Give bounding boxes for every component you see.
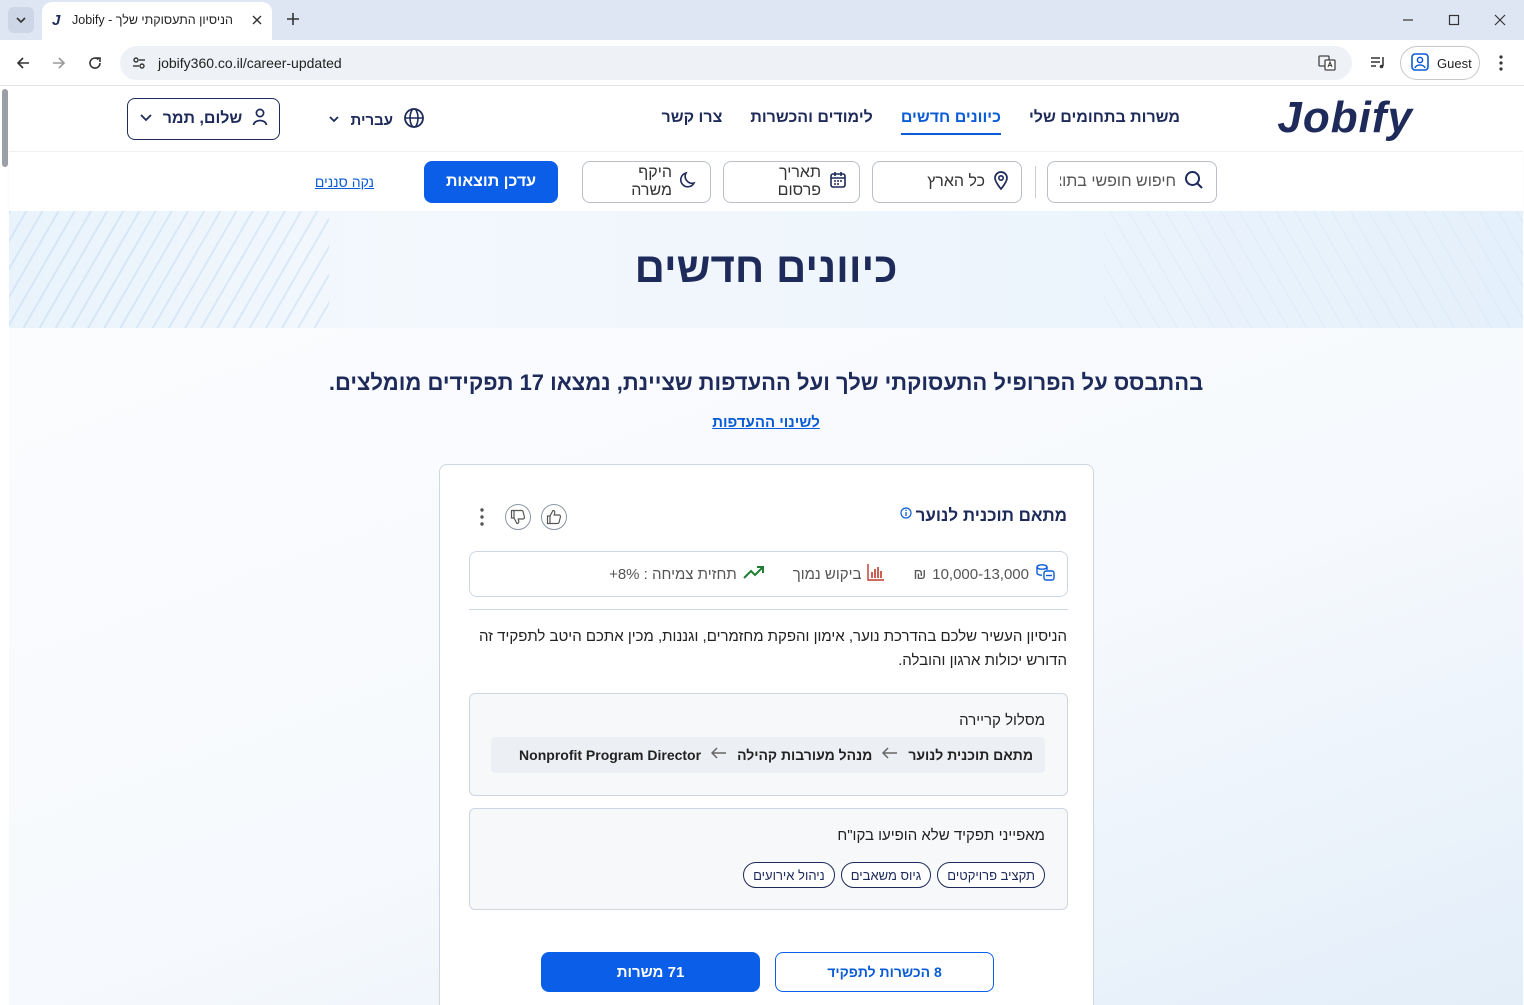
nav-my-jobs[interactable]: משרות בתחומים שלי [1029,109,1180,135]
free-search-input[interactable]: חיפוש חופשי בתוצ... [1047,161,1217,203]
salary-stat: 10,000-13,000 ₪ [913,563,1055,585]
career-description: הניסיון העשיר שלכם בהדרכת נוער, אימון וה… [478,628,1067,669]
salary-value: 10,000-13,000 [932,565,1029,583]
thumbs-down-icon[interactable] [505,504,531,530]
language-selector[interactable]: עברית [328,107,425,133]
skill-chip[interactable]: גיוס משאבים [840,862,932,888]
arrow-left-icon [711,746,727,764]
career-title-text: מתאם תוכנית לנוער [915,506,1067,525]
tab-title: Jobify - הניסיון התעסוקתי שלך [72,13,233,27]
date-filter[interactable]: תאריך פרסום [723,161,860,203]
results-summary: בהתבסס על הפרופיל התעסוקתי שלך ועל ההעדפ… [328,370,1204,395]
scrollbar[interactable] [2,89,8,167]
missing-skills-label: מאפייני תפקיד שלא הופיעו בקו"ח [837,827,1045,844]
growth-label: תחזית צמיחה : 8%+ [609,565,737,583]
search-icon [1184,170,1204,195]
missing-skills-box: מאפייני תפקיד שלא הופיעו בקו"ח תקציב פרו… [469,808,1068,910]
back-icon[interactable] [11,51,35,75]
demand-label: ביקוש נמוך [792,565,862,583]
bar-chart-icon [867,563,885,585]
clear-filters-link[interactable]: נקה סננים [315,174,374,190]
chevron-down-icon [328,112,340,129]
location-pin-icon [993,170,1009,195]
chevron-down-icon [139,110,153,129]
close-window-icon[interactable] [1488,8,1512,32]
trending-up-icon [742,564,765,584]
browser-tab[interactable]: J Jobify - הניסיון התעסוקתי שלך [42,2,272,40]
site-header: Jobify משרות בתחומים שלי כיוונים חדשים ל… [9,87,1523,151]
calendar-icon [829,171,847,194]
user-greeting: שלום, תמר [162,110,243,127]
career-path-label: מסלול קריירה [959,712,1045,729]
profile-button[interactable]: Guest [1400,46,1480,80]
trainings-button[interactable]: 8 הכשרות לתפקיד [775,952,994,992]
media-icon[interactable] [1366,51,1390,75]
address-bar[interactable]: jobify360.co.il/career-updated [120,46,1352,80]
profile-label: Guest [1437,55,1472,71]
user-menu-button[interactable]: שלום, תמר [127,98,280,140]
career-title: מתאם תוכנית לנוער [900,506,1067,526]
growth-stat: תחזית צמיחה : 8%+ [609,564,765,584]
career-path-step: Nonprofit Program Director [519,747,702,763]
profile-icon [1411,52,1429,74]
browser-tabbar: J Jobify - הניסיון התעסוקתי שלך [0,0,1524,40]
page-viewport: Jobify משרות בתחומים שלי כיוונים חדשים ל… [0,87,1524,1005]
nav-studies[interactable]: לימודים והכשרות [750,109,872,135]
skill-chips: תקציב פרויקטים גיוס משאבים ניהול אירועים [743,862,1045,888]
info-icon[interactable] [900,504,912,519]
forward-icon[interactable] [47,51,71,75]
change-preferences-label[interactable]: לשינוי ההעדפות [712,414,820,431]
kebab-icon[interactable] [474,505,490,529]
arrow-left-icon [882,746,898,764]
career-path: מתאם תוכנית לנוער מנהל מעורבות קהילה Non… [491,737,1045,773]
user-icon [252,108,268,131]
site-settings-icon[interactable] [128,52,150,74]
career-path-step: מתאם תוכנית לנוער [908,747,1033,763]
url-text: jobify360.co.il/career-updated [158,55,342,71]
currency-symbol: ₪ [913,565,927,583]
change-preferences-link: לשינוי ההעדפות [9,414,1523,431]
favicon: J [52,12,61,29]
thumbs-up-icon[interactable] [541,504,567,530]
hero-banner: כיוונים חדשים [9,211,1523,328]
browser-toolbar: jobify360.co.il/career-updated Guest [0,40,1524,86]
minimize-icon[interactable] [1396,8,1420,32]
nav-contact[interactable]: צרו קשר [662,109,723,135]
site-logo[interactable]: Jobify [1277,93,1413,143]
jobs-button[interactable]: 71 משרות [541,952,760,992]
location-label: כל הארץ [927,173,985,190]
skill-chip[interactable]: תקציב פרויקטים [937,862,1045,888]
filter-divider [1035,166,1036,198]
close-icon[interactable] [248,11,266,29]
main-nav: משרות בתחומים שלי כיוונים חדשים לימודים … [662,109,1180,135]
filter-bar: חיפוש חופשי בתוצ... כל הארץ תאריך פרסום … [9,151,1523,211]
demand-stat: ביקוש נמוך [793,563,886,585]
skill-chip[interactable]: ניהול אירועים [743,862,835,888]
career-path-box: מסלול קריירה מתאם תוכנית לנוער מנהל מעור… [469,693,1068,796]
tab-list-icon[interactable] [8,7,34,33]
apply-filters-button[interactable]: עדכן תוצאות [424,161,558,203]
reload-icon[interactable] [83,51,107,75]
divider [469,609,1068,610]
maximize-icon[interactable] [1442,8,1466,32]
location-filter[interactable]: כל הארץ [872,161,1022,203]
globe-icon [403,107,425,133]
language-label: עברית [350,111,393,129]
nav-new-directions[interactable]: כיוונים חדשים [900,109,1001,135]
translate-icon[interactable] [1316,52,1338,74]
date-label: תאריך פרסום [777,164,821,199]
coins-icon [1035,563,1055,585]
moon-icon [680,171,698,194]
plus-icon[interactable] [282,8,304,30]
scope-label: היקף משרה [631,164,672,199]
page-title: כיוונים חדשים [634,244,898,291]
career-stats: 10,000-13,000 ₪ ביקוש נמוך תחזית צמיחה :… [469,551,1068,597]
kebab-icon[interactable] [1490,51,1512,75]
search-placeholder: חיפוש חופשי בתוצ... [1060,173,1176,190]
scope-filter[interactable]: היקף משרה [582,161,711,203]
career-card: מתאם תוכנית לנוער 10,000-13,000 ₪ ביקוש … [439,464,1094,1005]
results-section: בהתבסס על הפרופיל התעסוקתי שלך ועל ההעדפ… [9,328,1523,1005]
career-path-step: מנהל מעורבות קהילה [737,747,873,763]
